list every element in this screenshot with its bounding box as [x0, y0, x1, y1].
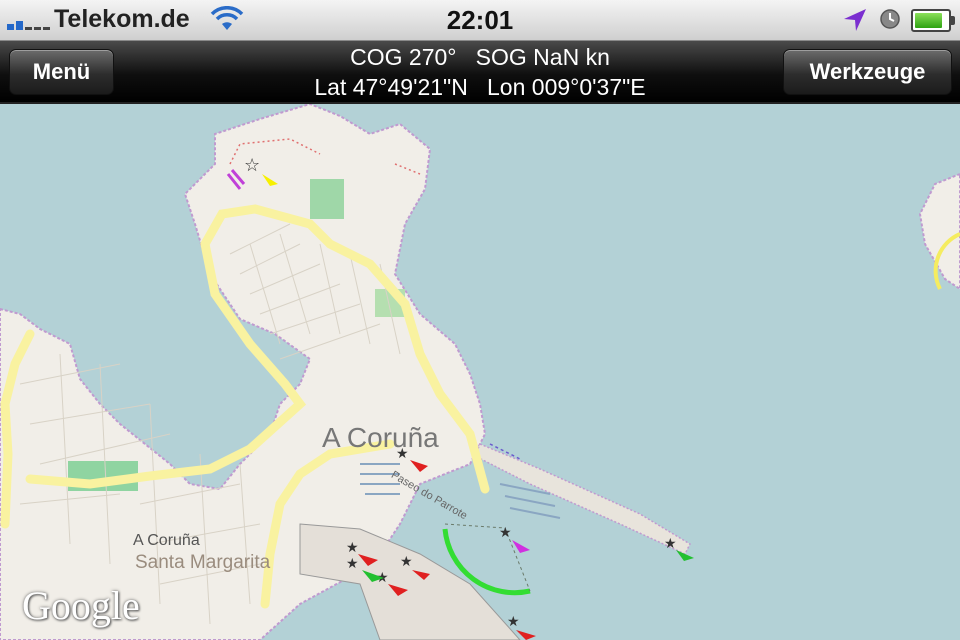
district-small-label: A Coruña [133, 532, 200, 549]
latitude-value: Lat 47°49'21"N [314, 74, 468, 100]
svg-text:☆: ☆ [244, 155, 260, 176]
sog-value: SOG NaN kn [475, 44, 610, 70]
location-arrow-icon [844, 9, 866, 31]
svg-text:★: ★ [400, 554, 413, 570]
district-label: Santa Margarita [135, 552, 271, 573]
svg-text:★: ★ [507, 614, 520, 630]
svg-text:★: ★ [499, 525, 512, 541]
status-time: 22:01 [446, 5, 514, 35]
tools-button[interactable]: Werkzeuge [783, 49, 952, 95]
park-area [310, 179, 344, 219]
svg-text:★: ★ [346, 540, 359, 556]
svg-text:★: ★ [346, 556, 359, 572]
alarm-clock-icon [880, 9, 900, 29]
map-view[interactable]: ☆ ★ ★ ★ ★ ★ ★ ★ ★ A Coruña Paseo do Parr… [0, 104, 960, 640]
cog-value: COG 270° [350, 44, 457, 70]
svg-text:★: ★ [664, 536, 677, 552]
battery-icon [911, 9, 955, 32]
google-attribution: Google [22, 583, 140, 628]
status-bar: Telekom.de 22:01 [0, 0, 960, 41]
longitude-value: Lon 009°0'37"E [487, 74, 646, 100]
city-label: A Coruña [322, 422, 439, 453]
nav-bar: Menü COG 270° SOG NaN kn Lat 47°49'21"N … [0, 41, 960, 104]
